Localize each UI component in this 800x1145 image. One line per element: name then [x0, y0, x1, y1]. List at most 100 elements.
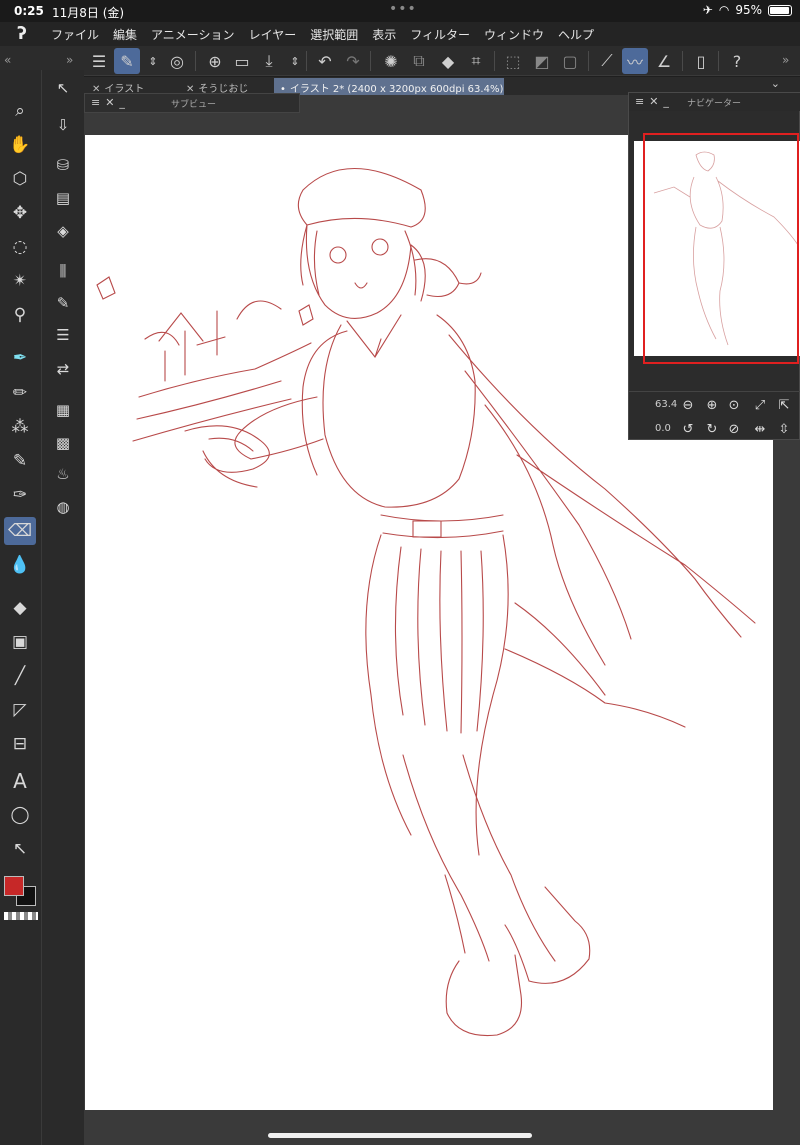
brush-size-icon[interactable]: ✎ [50, 290, 76, 316]
sketch-lower-legs [402, 754, 556, 962]
navigator-icon[interactable]: ↖ [50, 75, 76, 101]
layers-icon[interactable]: ◈ [50, 218, 76, 244]
menu-selection[interactable]: 選択範囲 [303, 26, 365, 43]
open-folder-icon[interactable]: ▭ [229, 48, 255, 74]
collapse-right-icon[interactable]: » [66, 53, 73, 67]
object-icon[interactable]: ⬡ [4, 165, 36, 193]
invert-icon[interactable]: ◩ [529, 48, 555, 74]
sub-tool-detail-icon[interactable]: ▤ [50, 185, 76, 211]
menu-animation[interactable]: アニメーション [144, 26, 242, 43]
text-icon[interactable]: A [4, 767, 36, 795]
color-set-icon[interactable]: ▩ [50, 430, 76, 456]
wifi-icon: ◠ [718, 3, 730, 17]
separator [306, 51, 307, 71]
collapse-left-icon[interactable]: « [4, 53, 11, 67]
flip-horizontal-icon[interactable]: ⇹ [751, 420, 769, 438]
fit-icon[interactable]: ⤢ [751, 396, 769, 414]
import-icon[interactable]: ⇩ [50, 112, 76, 138]
decoration-icon[interactable]: ✑ [4, 481, 36, 509]
menu-icon[interactable]: ☰ [86, 48, 112, 74]
copy-icon[interactable]: ⧉ [406, 48, 432, 74]
collapse-right-panel-icon[interactable]: » [782, 53, 789, 67]
sketch-hands [184, 425, 270, 488]
intermediate-color-icon[interactable]: ♨ [50, 461, 76, 487]
blend-icon[interactable]: 💧 [4, 551, 36, 579]
brush-icon[interactable]: ✎ [4, 447, 36, 475]
sub-tool-column: ↖ ⇩ ⛁ ▤ ◈ ⫼ ✎ ☰ ⇄ ▦ ▩ ♨ ◍ [42, 70, 84, 1145]
move-icon[interactable]: ✥ [4, 199, 36, 227]
sliders-icon[interactable]: ☰ [50, 322, 76, 348]
menu-layer[interactable]: レイヤー [242, 26, 304, 43]
eraser-icon[interactable]: ⌫ [4, 517, 36, 545]
undo-icon[interactable]: ↶ [312, 48, 338, 74]
new-canvas-icon[interactable]: ⊕ [202, 48, 228, 74]
spiral-logo-icon[interactable]: ◎ [164, 48, 190, 74]
airbrush-icon[interactable]: ⁂ [4, 413, 36, 441]
menu-file[interactable]: ファイル [44, 26, 106, 43]
loading-icon[interactable]: ✺ [378, 48, 404, 74]
pencil-icon[interactable]: ✏ [4, 379, 36, 407]
select-all-icon[interactable]: ▢ [557, 48, 583, 74]
menu-view[interactable]: 表示 [365, 26, 403, 43]
menu-edit[interactable]: 編集 [106, 26, 144, 43]
chevron-down-icon[interactable]: ⌄ [771, 77, 780, 90]
panel-controls-icon[interactable]: ≡✕_ [91, 96, 130, 109]
material-icon[interactable]: ◍ [50, 494, 76, 520]
rotate-left-icon[interactable]: ↺ [679, 420, 697, 438]
gradient-icon[interactable]: ▣ [4, 628, 36, 656]
menu-help[interactable]: ヘルプ [551, 26, 601, 43]
tool-property-icon[interactable]: ⫼ [50, 258, 76, 284]
menu-window[interactable]: ウィンドウ [477, 26, 551, 43]
reset-rotation-icon[interactable]: ⊘ [725, 420, 743, 438]
rotate-right-icon[interactable]: ↻ [703, 420, 721, 438]
expand-icon[interactable]: ⇱ [775, 396, 793, 414]
layer-property-icon[interactable]: ⛁ [50, 152, 76, 178]
transparent-color-swatch[interactable] [4, 912, 38, 920]
stop-icon[interactable]: ⊙ [725, 396, 743, 414]
tab-illust-2[interactable]: • イラスト 2* (2400 x 3200px 600dpi 63.4%) [274, 78, 504, 95]
fill-icon[interactable]: ◆ [4, 594, 36, 622]
correct-line-icon[interactable]: ↖ [4, 835, 36, 863]
sketch-face [305, 224, 412, 319]
navigator-view-rectangle[interactable] [643, 133, 799, 364]
zoom-out-icon[interactable]: ⊖ [679, 396, 697, 414]
subview-title: サブビュー [171, 100, 217, 110]
timeline-icon[interactable]: ▦ [50, 397, 76, 423]
ruler-icon[interactable]: ◸ [4, 696, 36, 724]
edit-mode-icon[interactable]: ✎ [114, 48, 140, 74]
brush-icon[interactable]: 〰 [622, 48, 648, 74]
up-down-icon-2[interactable]: ⇕ [282, 48, 308, 74]
sketch-flag-right [298, 304, 314, 326]
redo-icon[interactable]: ↷ [340, 48, 366, 74]
lasso-select-icon[interactable]: ◌ [4, 233, 36, 261]
home-indicator[interactable] [268, 1133, 532, 1138]
smartphone-icon[interactable]: ▯ [688, 48, 714, 74]
up-down-icon[interactable]: ⇕ [140, 48, 166, 74]
frame-icon[interactable]: ⊟ [4, 730, 36, 758]
sketch-coat-left [301, 330, 348, 476]
zoom-in-icon[interactable]: ⊕ [703, 396, 721, 414]
fill-icon[interactable]: ◆ [435, 48, 461, 74]
hand-icon[interactable]: ✋ [4, 131, 36, 159]
ruler-icon[interactable]: ⟋ [594, 48, 620, 74]
line-icon[interactable]: ∠ [651, 48, 677, 74]
pen-icon[interactable]: ✒ [4, 344, 36, 372]
multitask-dots-icon[interactable]: ••• [389, 1, 417, 17]
color-wheel-icon[interactable]: ⇄ [50, 356, 76, 382]
save-icon[interactable]: ⤓ [256, 48, 282, 74]
deselect-icon[interactable]: ⬚ [500, 48, 526, 74]
zoom-icon[interactable]: ⌕ [4, 97, 36, 125]
help-icon[interactable]: ? [724, 48, 750, 74]
main-color-swatch[interactable] [4, 876, 24, 896]
balloon-icon[interactable]: ◯ [4, 801, 36, 829]
app-logo-icon[interactable]: ʔ [0, 22, 44, 46]
airplane-icon: ✈ [702, 3, 713, 17]
line-icon[interactable]: ╱ [4, 662, 36, 690]
flip-vertical-icon[interactable]: ⇳ [775, 420, 793, 438]
menu-filter[interactable]: フィルター [403, 26, 477, 43]
separator [494, 51, 495, 71]
panel-controls-icon[interactable]: ≡✕_ [635, 95, 674, 108]
eyedropper-icon[interactable]: ⚲ [4, 301, 36, 329]
magic-wand-icon[interactable]: ✴ [4, 267, 36, 295]
crop-icon[interactable]: ⌗ [463, 48, 489, 74]
